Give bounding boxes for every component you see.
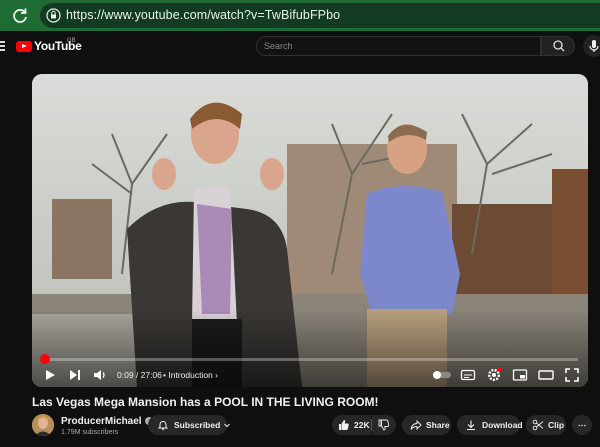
settings-icon[interactable] <box>486 367 502 383</box>
channel-name[interactable]: ProducerMichael <box>61 416 153 427</box>
subtitles-icon[interactable] <box>460 367 476 383</box>
search-placeholder: Search <box>264 41 293 51</box>
chapter-title: Introduction <box>168 370 213 380</box>
search-icon <box>553 40 565 52</box>
chapter-separator: • <box>163 370 166 380</box>
chevron-right-icon: › <box>215 370 218 380</box>
subscribed-label: Subscribed <box>174 420 221 430</box>
voice-search-button[interactable] <box>583 35 600 57</box>
video-player[interactable]: 0:09 / 27:06 • Introduction › <box>32 74 588 387</box>
like-button[interactable]: 22K <box>332 415 371 435</box>
miniplayer-icon[interactable] <box>512 367 528 383</box>
subscriber-count: 1.79M subscribers <box>61 429 119 436</box>
url-text[interactable]: https://www.youtube.com/watch?v=TwBifubF… <box>66 8 340 22</box>
youtube-play-icon <box>16 40 32 52</box>
progress-bar[interactable] <box>39 354 578 364</box>
volume-icon[interactable] <box>92 367 108 383</box>
subscribed-button[interactable]: Subscribed <box>148 415 231 435</box>
thumbs-down-icon <box>378 419 390 431</box>
more-actions-button[interactable]: ⋯ <box>572 415 592 435</box>
video-title: Las Vegas Mega Mansion has a POOL IN THE… <box>32 395 379 409</box>
hamburger-menu-icon[interactable] <box>0 41 5 51</box>
channel-avatar[interactable] <box>32 414 54 436</box>
site-info-icon[interactable] <box>46 8 61 23</box>
next-icon[interactable] <box>67 367 83 383</box>
like-count: 22K <box>354 420 370 430</box>
dislike-button[interactable] <box>372 415 396 435</box>
clip-label: Clip <box>548 420 565 430</box>
channel-name-text: ProducerMichael <box>61 416 142 427</box>
chevron-down-icon <box>224 423 231 428</box>
video-frame <box>32 74 588 387</box>
download-button[interactable]: Download <box>457 415 523 435</box>
time-display: 0:09 / 27:06 <box>117 370 162 380</box>
address-bar[interactable]: https://www.youtube.com/watch?v=TwBifubF… <box>40 3 600 28</box>
progress-scrubber[interactable] <box>39 354 50 364</box>
microphone-icon <box>589 40 599 52</box>
avatar-image <box>32 414 54 436</box>
download-icon <box>467 420 475 431</box>
chapter-button[interactable]: • Introduction › <box>163 370 218 380</box>
bell-icon <box>157 421 169 431</box>
region-code: GB <box>67 38 76 44</box>
browser-toolbar: https://www.youtube.com/watch?v=TwBifubF… <box>0 0 600 31</box>
clip-button[interactable]: Clip <box>526 415 566 435</box>
scissors-icon <box>532 419 544 431</box>
play-icon[interactable] <box>42 367 58 383</box>
search-input[interactable]: Search <box>256 36 541 56</box>
search-button[interactable] <box>541 36 575 56</box>
autoplay-toggle-icon[interactable] <box>432 367 452 383</box>
theater-icon[interactable] <box>538 367 554 383</box>
fullscreen-icon[interactable] <box>564 367 580 383</box>
reload-icon[interactable] <box>10 6 30 26</box>
share-icon <box>410 419 422 431</box>
share-label: Share <box>426 420 450 430</box>
download-label: Download <box>482 420 523 430</box>
more-icon: ⋯ <box>577 419 587 430</box>
thumbs-up-icon <box>339 420 349 430</box>
share-button[interactable]: Share <box>402 415 451 435</box>
youtube-header: YouTube GB Search <box>0 31 600 61</box>
